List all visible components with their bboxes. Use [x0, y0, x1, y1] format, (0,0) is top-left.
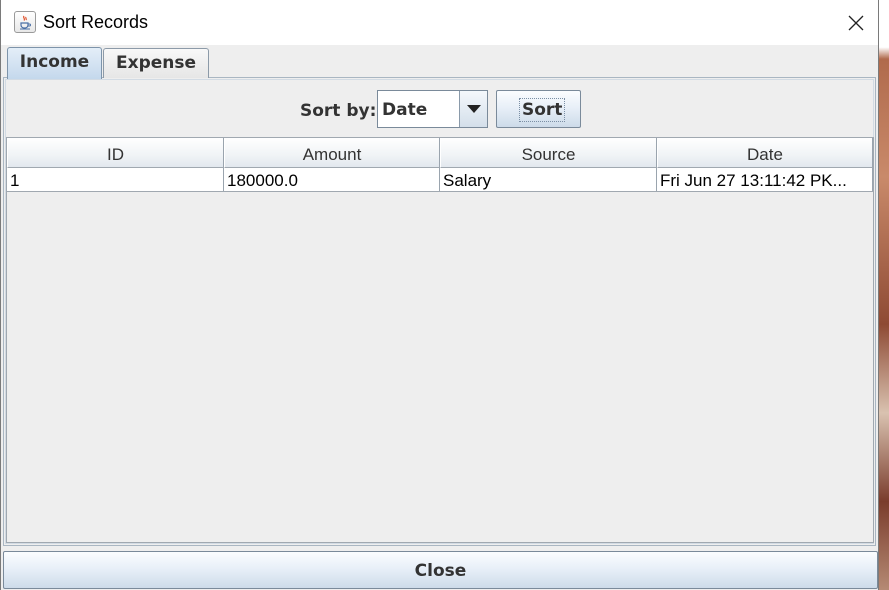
tab-expense[interactable]: Expense: [103, 48, 209, 78]
records-table: ID Amount Source Date 1 180000.0 Salary …: [6, 137, 874, 543]
column-header-id[interactable]: ID: [7, 138, 224, 168]
sort-button[interactable]: Sort: [496, 90, 581, 128]
java-cup-icon: [14, 11, 36, 33]
column-header-amount[interactable]: Amount: [224, 138, 440, 168]
cell-date: Fri Jun 27 13:11:42 PK...: [657, 168, 873, 191]
sort-field-dropdown[interactable]: Date: [377, 90, 488, 128]
close-icon[interactable]: [839, 8, 873, 38]
window-title: Sort Records: [43, 12, 149, 32]
title-bar: Sort Records: [1, 0, 878, 45]
cell-amount: 180000.0: [224, 168, 440, 191]
table-row[interactable]: 1 180000.0 Salary Fri Jun 27 13:11:42 PK…: [7, 168, 873, 192]
tab-income[interactable]: Income: [7, 47, 102, 79]
column-header-source[interactable]: Source: [440, 138, 657, 168]
cell-source: Salary: [440, 168, 657, 191]
column-header-date[interactable]: Date: [657, 138, 873, 168]
sort-records-dialog: Sort Records Income Expense Sort by: Dat…: [0, 0, 879, 590]
close-button[interactable]: Close: [3, 551, 878, 589]
sort-field-value: Date: [382, 100, 428, 120]
cell-id: 1: [7, 168, 224, 191]
desktop-background: [879, 0, 889, 590]
chevron-down-icon[interactable]: [459, 91, 487, 127]
sort-by-label: Sort by:: [300, 101, 377, 121]
sort-button-label: Sort: [519, 98, 566, 122]
